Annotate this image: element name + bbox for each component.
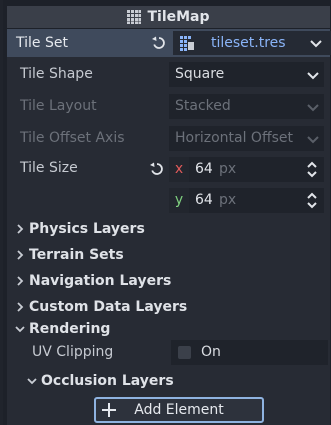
chevron-right-icon [17, 250, 24, 260]
inspector-title: TileMap [147, 9, 210, 25]
tile-shape-value: Square [175, 66, 225, 82]
section-navigation-layers[interactable]: Navigation Layers [15, 269, 171, 293]
tile-offset-axis-row: Tile Offset Axis Horizontal Offset [7, 122, 330, 154]
tile-shape-label: Tile Shape [20, 66, 93, 82]
section-physics-layers-label: Physics Layers [29, 221, 145, 237]
tile-offset-axis-label: Tile Offset Axis [20, 130, 125, 146]
tile-layout-label: Tile Layout [20, 98, 97, 114]
tileset-resource-picker[interactable]: tileset.tres [173, 31, 331, 55]
revert-icon[interactable] [151, 35, 167, 51]
section-physics-layers[interactable]: Physics Layers [15, 217, 145, 241]
tilemap-grid-icon [127, 10, 142, 24]
chevron-down-icon [307, 72, 319, 80]
chevron-right-icon [17, 276, 24, 286]
chevron-right-icon [17, 224, 24, 234]
section-rendering-label: Rendering [29, 321, 111, 337]
chevron-down-icon [307, 136, 319, 144]
inspector-panel: TileMap Tile Set tileset.tres Tile Shape… [0, 0, 331, 425]
tile-size-label: Tile Size [20, 160, 78, 176]
section-occlusion-layers-label: Occlusion Layers [41, 373, 174, 389]
section-occlusion-layers[interactable]: Occlusion Layers [27, 369, 174, 393]
add-element-label: Add Element [134, 402, 224, 418]
tile-size-x-value: 64 [195, 161, 213, 177]
chevron-right-icon [17, 302, 24, 312]
tile-shape-dropdown[interactable]: Square [169, 62, 324, 87]
revert-icon[interactable] [149, 161, 165, 177]
y-axis-label: y [169, 188, 189, 213]
chevron-down-icon [307, 104, 319, 112]
tile-size-x-unit: px [219, 161, 237, 177]
tile-size-row: Tile Size x 64 px y 64 px [7, 154, 330, 218]
chevron-down-icon[interactable] [309, 36, 323, 50]
inspector-header: TileMap [7, 6, 330, 28]
tile-shape-row: Tile Shape Square [7, 58, 330, 90]
tile-layout-row: Tile Layout Stacked [7, 90, 330, 122]
x-axis-label: x [169, 157, 189, 182]
section-custom-data-layers-label: Custom Data Layers [29, 299, 188, 315]
inspector-body: Tile Shape Square Tile Layout Stacked Ti… [7, 57, 330, 425]
add-element-button[interactable]: Add Element [94, 397, 264, 423]
tile-layout-value: Stacked [175, 98, 231, 114]
section-rendering[interactable]: Rendering [15, 317, 110, 341]
plus-icon [102, 403, 116, 417]
uv-clipping-checkbox[interactable]: On [171, 340, 328, 365]
tile-size-y-unit: px [219, 192, 237, 208]
checkbox-box[interactable] [178, 346, 191, 359]
uv-clipping-value: On [201, 344, 221, 360]
section-terrain-sets-label: Terrain Sets [29, 247, 124, 263]
chevron-down-icon [15, 326, 25, 333]
tileset-resource-name: tileset.tres [211, 35, 286, 51]
tileset-resource-icon [180, 36, 194, 51]
spinner-arrows-icon[interactable] [306, 161, 318, 178]
tile-size-y-field[interactable]: y 64 px [169, 188, 324, 213]
tile-offset-axis-value: Horizontal Offset [175, 130, 293, 146]
section-custom-data-layers[interactable]: Custom Data Layers [15, 295, 187, 319]
tile-size-y-value: 64 [195, 192, 213, 208]
chevron-down-icon [27, 378, 37, 385]
spinner-arrows-icon[interactable] [306, 192, 318, 209]
section-terrain-sets[interactable]: Terrain Sets [15, 243, 124, 267]
tileset-label: Tile Set [16, 35, 68, 51]
tile-size-x-field[interactable]: x 64 px [169, 157, 324, 182]
section-navigation-layers-label: Navigation Layers [29, 273, 172, 289]
uv-clipping-label: UV Clipping [32, 344, 114, 360]
tile-offset-axis-dropdown: Horizontal Offset [169, 126, 324, 151]
tile-layout-dropdown: Stacked [169, 94, 324, 119]
tileset-property-row[interactable]: Tile Set tileset.tres [7, 29, 331, 57]
